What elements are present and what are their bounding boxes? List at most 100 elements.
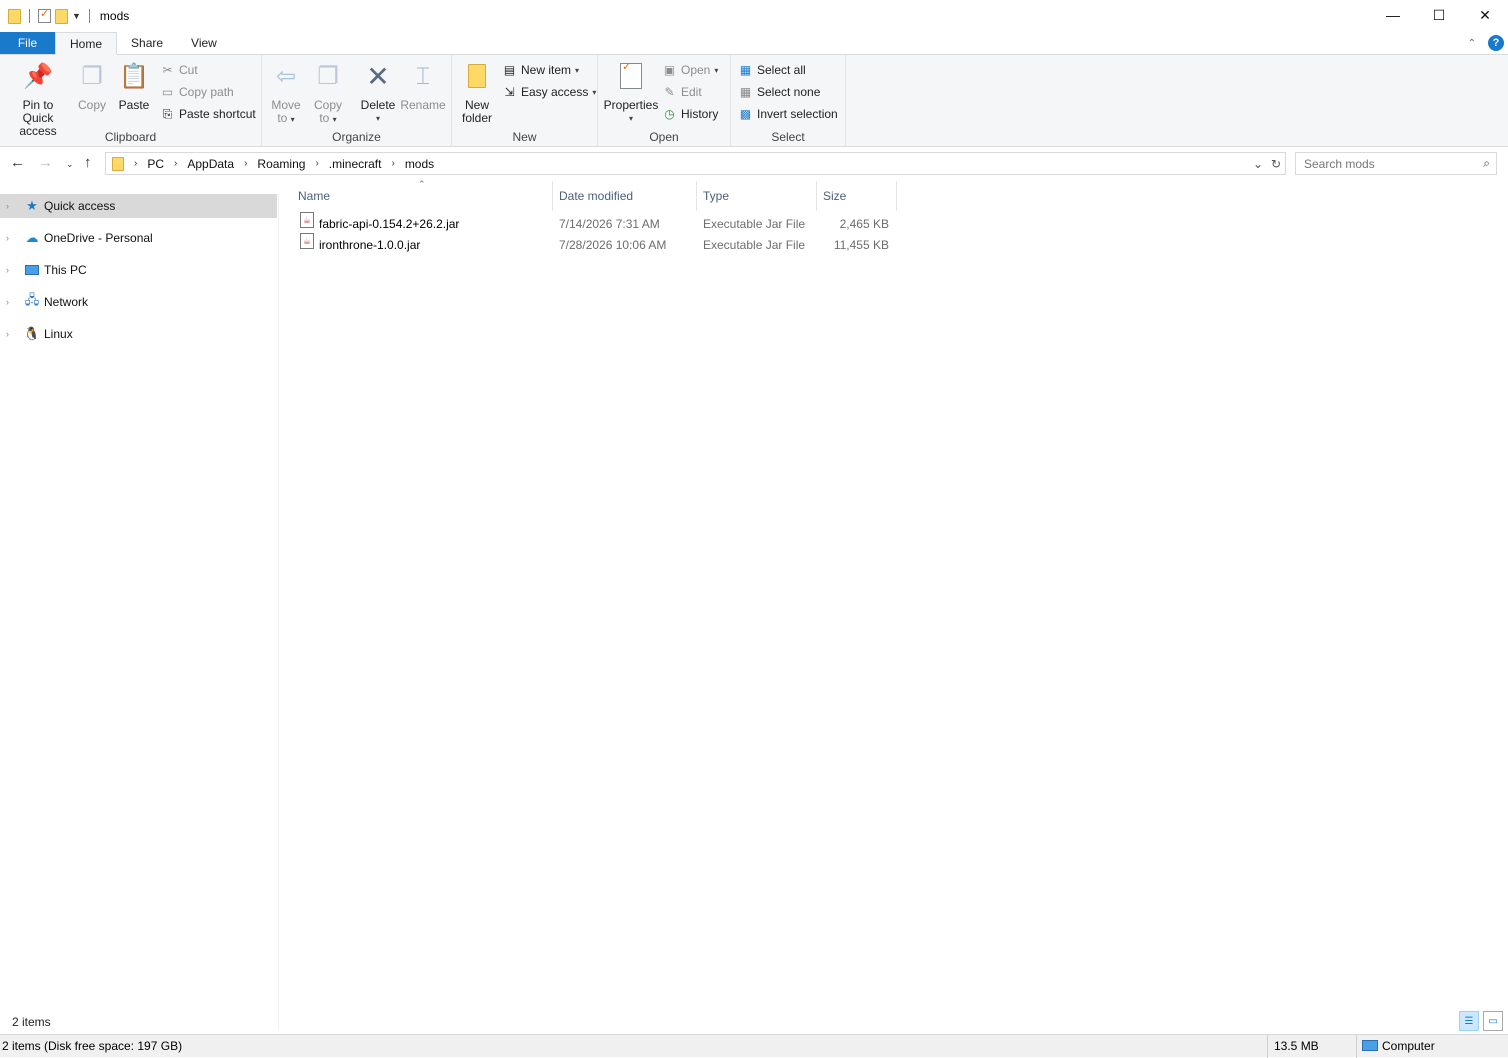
open-icon: ▣ [663,63,676,77]
column-header-date-modified[interactable]: Date modified [553,181,697,211]
location-text: Computer [1382,1039,1435,1053]
delete-button[interactable]: ✕ Delete ▾ [360,59,396,125]
select-all-icon: ▦ [739,63,752,77]
organize-group-label: Organize [332,130,381,144]
breadcrumb-separator-icon[interactable]: › [244,158,247,169]
address-history-chevron-icon[interactable]: ⌄ [1249,157,1267,171]
expand-chevron-icon[interactable]: › [6,201,9,211]
minimize-ribbon-chevron-icon[interactable]: ⌃ [1468,38,1476,49]
new-folder-button[interactable]: New folder [460,59,494,125]
nav-item-this-pc[interactable]: › This PC [0,258,278,282]
history-button[interactable]: ◷ History [662,105,718,123]
up-arrow-icon[interactable]: ↑ [84,154,92,171]
breadcrumb-separator-icon[interactable]: › [391,158,394,169]
copy-path-icon: ▭ [161,85,174,99]
new-item-icon: ▤ [503,63,516,77]
breadcrumb-separator-icon[interactable]: › [315,158,318,169]
monitor-icon [24,262,40,278]
column-header-type[interactable]: Type [697,181,817,211]
pin-icon: 📌 [23,62,53,90]
dropdown-icon: ▾ [628,114,633,123]
file-size: 11,455 KB [833,238,889,252]
cut-button[interactable]: ✂ Cut [160,61,197,79]
copy-to-icon: ❐ [317,62,339,90]
tab-share[interactable]: Share [117,32,177,54]
nav-item-network[interactable]: › 🖧 Network [0,290,278,314]
open-button[interactable]: ▣ Open ▾ [662,61,719,79]
invert-selection-button[interactable]: ▩ Invert selection [738,105,838,123]
select-all-button[interactable]: ▦ Select all [738,61,806,79]
move-to-label-line2: to [277,111,288,125]
details-view-icon[interactable]: ☰ [1459,1011,1479,1031]
nav-item-label: Quick access [44,199,116,213]
column-header-size[interactable]: Size [817,181,897,211]
breadcrumb-minecraft[interactable]: .minecraft [329,157,382,171]
help-icon[interactable]: ? [1488,35,1504,51]
breadcrumb-pc[interactable]: PC [147,157,164,171]
search-placeholder: Search mods [1304,156,1375,171]
move-to-button[interactable]: ⇦ Move to ▾ [270,59,302,126]
clipboard-group-label: Clipboard [104,130,157,144]
expand-chevron-icon[interactable]: › [6,329,9,339]
new-group-label: New [512,130,537,144]
nav-item-label: OneDrive - Personal [44,231,153,245]
refresh-icon[interactable]: ↻ [1267,157,1285,171]
properties-qat-icon[interactable] [38,7,51,23]
address-bar[interactable]: › PC › AppData › Roaming › .minecraft › … [105,152,1286,175]
breadcrumb-separator-icon[interactable]: › [174,158,177,169]
file-date: 7/14/2026 7:31 AM [559,217,660,231]
divider [1356,1035,1357,1058]
select-none-button[interactable]: ▦ Select none [738,83,821,101]
forward-arrow-icon[interactable]: → [38,154,53,171]
copy-path-button[interactable]: ▭ Copy path [160,83,234,101]
breadcrumb-separator-icon[interactable]: › [134,158,137,169]
breadcrumb-appdata[interactable]: AppData [187,157,234,171]
paste-shortcut-button[interactable]: ⎘ Paste shortcut [160,105,256,123]
maximize-button[interactable]: ☐ [1416,0,1462,30]
nav-item-linux[interactable]: › 🐧 Linux [0,322,278,346]
tab-home[interactable]: Home [55,32,118,55]
large-icons-view-icon[interactable]: ▭ [1483,1011,1503,1031]
search-icon: ⌕ [1483,156,1490,170]
copy-to-button[interactable]: ❐ Copy to ▾ [312,59,344,126]
easy-access-button[interactable]: ⇲ Easy access ▾ [502,83,596,101]
nav-item-quick-access[interactable]: › ★ Quick access [0,194,277,218]
new-item-button[interactable]: ▤ New item ▾ [502,61,579,79]
back-arrow-icon[interactable]: ← [10,154,25,171]
minimize-button[interactable]: — [1370,0,1416,30]
select-all-label: Select all [757,63,806,77]
expand-chevron-icon[interactable]: › [6,265,9,275]
edit-button[interactable]: ✎ Edit [662,83,701,101]
column-header-label: Size [823,189,847,203]
rename-button[interactable]: ⌶ Rename [400,59,445,112]
search-input[interactable]: Search mods ⌕ [1295,152,1497,175]
expand-chevron-icon[interactable]: › [6,233,9,243]
table-row[interactable]: ☕ fabric-api-0.154.2+26.2.jar 7/14/2026 … [290,212,900,234]
properties-button[interactable]: Properties ▾ [603,59,659,125]
customize-qat-chevron-icon[interactable]: ▼ [72,11,81,21]
cloud-icon: ☁ [25,230,39,245]
recent-locations-chevron-icon[interactable]: ⌄ [66,159,74,170]
nav-item-label: Linux [44,327,73,341]
breadcrumb-roaming[interactable]: Roaming [257,157,305,171]
breadcrumb-mods[interactable]: mods [405,157,434,171]
invert-selection-label: Invert selection [757,107,838,121]
new-folder-qat-icon[interactable] [55,8,68,24]
delete-x-icon: ✕ [366,60,390,92]
paste-button[interactable]: 📋 Paste [116,59,152,112]
column-header-name[interactable]: ⌃ Name [290,179,553,211]
easy-access-label: Easy access [521,85,589,99]
expand-chevron-icon[interactable]: › [6,297,9,307]
table-row[interactable]: ☕ ironthrone-1.0.0.jar 7/28/2026 10:06 A… [290,233,900,255]
nav-item-onedrive[interactable]: › ☁ OneDrive - Personal [0,226,278,250]
open-label: Open [681,63,711,77]
tab-view[interactable]: View [177,32,231,54]
pin-to-quick-access-button[interactable]: 📌 Pin to Quick access [6,59,70,138]
ribbon: 📌 Pin to Quick access ❐ Copy 📋 Paste ✂ C… [0,55,1508,147]
select-none-label: Select none [757,85,821,99]
close-button[interactable]: ✕ [1462,0,1508,30]
status-bar: 2 items (Disk free space: 197 GB) 13.5 M… [0,1034,1508,1058]
file-name: fabric-api-0.154.2+26.2.jar [319,217,460,231]
tab-file[interactable]: File [0,32,55,54]
copy-button[interactable]: ❐ Copy [74,59,110,112]
